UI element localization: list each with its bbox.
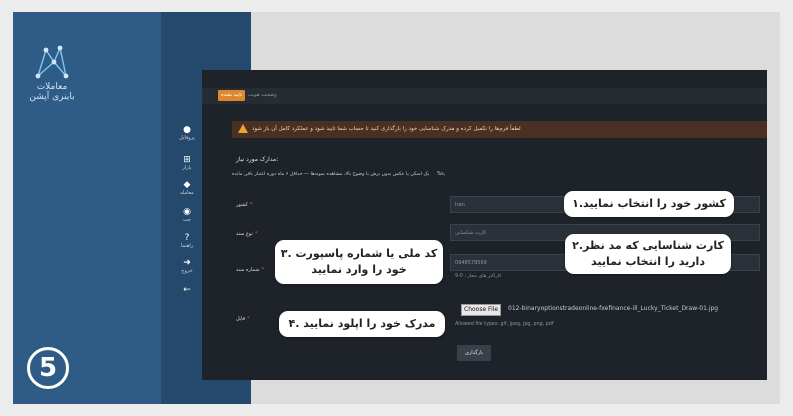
logo: معاملات باینری آپشن <box>21 42 83 102</box>
callout-step-3-line-2: خود را وارد نمایید <box>311 263 407 276</box>
file-label-text: فایل <box>236 316 246 322</box>
note-tag: %s, <box>436 172 446 177</box>
callout-step-2-line-1: ۲.کارت شناسایی که مد نظر <box>572 239 724 252</box>
required-mark: * <box>261 267 265 273</box>
sidebar-item-logout[interactable]: ➜ خروج <box>170 258 204 274</box>
note-text: یک اسکن یا عکس بدون برش با وضوح بالا، مش… <box>232 172 430 177</box>
country-value: Iran <box>455 202 465 208</box>
required-docs-title: مدارک مورد نیاز: <box>236 156 279 163</box>
warning-text: لطفاً فرم‌ها را تکمیل کرده و مدرک شناسای… <box>252 126 521 132</box>
doc-number-value: 0948578569 <box>455 260 487 266</box>
sidebar-item-chat[interactable]: ◉ چت <box>170 207 204 223</box>
callout-step-3-line-1: ۳. کد ملی یا شماره پاسپورت <box>280 247 438 260</box>
doc-number-hint: 9-0 : کاراکتر های مجاز <box>455 274 502 279</box>
callout-step-2-line-2: دارید را انتخاب نمایید <box>591 255 705 268</box>
sidebar-nav: ● پروفایل ⊞ بازار ◆ معامله ◉ چت ? راهنما… <box>160 95 202 325</box>
sidebar-item-help[interactable]: ? راهنما <box>170 233 204 249</box>
logout-icon: ➜ <box>183 258 191 268</box>
top-bar <box>202 88 767 104</box>
sidebar-item-label: چت <box>182 217 191 223</box>
network-logo-icon <box>35 45 69 79</box>
file-name: 012-binaryoptionstradeonline-fxefinance-… <box>508 305 719 312</box>
help-icon: ? <box>184 233 190 243</box>
sidebar-item-label: راهنما <box>180 243 194 249</box>
status-text: وضعیت هویت <box>248 92 277 98</box>
doc-type-value: کارت شناسایی <box>455 230 487 236</box>
choose-file-button[interactable]: Choose File <box>461 304 502 316</box>
sidebar-item-trade[interactable]: ◆ معامله <box>170 180 204 196</box>
file-label: فایل * <box>236 316 250 322</box>
callout-step-2: ۲.کارت شناسایی که مد نظر دارید را انتخاب… <box>565 234 731 274</box>
doc-number-label: شماره سند * <box>236 267 264 273</box>
required-mark: * <box>254 231 258 237</box>
doc-type-label: نوع سند * <box>236 231 257 237</box>
sidebar-item-back[interactable]: ← <box>170 285 204 295</box>
required-docs-note: یک اسکن یا عکس بدون برش با وضوح بالا، مش… <box>232 172 445 177</box>
callout-step-4: ۴. مدرک خود را اپلود نمایید <box>279 311 445 337</box>
verification-warning: لطفاً فرم‌ها را تکمیل کرده و مدرک شناسای… <box>232 121 767 138</box>
cart-icon: ⊞ <box>183 155 191 165</box>
sidebar-item-market[interactable]: ⊞ بازار <box>170 155 204 171</box>
file-types-hint: Allowed file types: gif, jpeg, jpg, png,… <box>455 322 554 327</box>
doc-number-label-text: شماره سند <box>236 267 260 273</box>
sidebar-item-label: بازار <box>182 165 192 171</box>
chat-icon: ◉ <box>183 207 191 217</box>
required-mark: * <box>249 202 253 208</box>
sidebar-item-label: پروفایل <box>179 135 195 141</box>
person-icon: ● <box>183 125 191 135</box>
logo-line-1: معاملات <box>36 82 68 92</box>
sidebar-item-label: معامله <box>180 190 194 196</box>
step-number-badge: 5 <box>27 347 69 389</box>
status-badge: تایید نشده <box>218 90 246 101</box>
callout-step-1: ۱.کشور خود را انتخاب نمایید <box>564 191 734 217</box>
doc-type-label-text: نوع سند <box>236 231 253 237</box>
diamond-icon: ◆ <box>183 180 191 190</box>
country-label: کشور * <box>236 202 252 208</box>
sidebar-item-label: خروج <box>181 268 193 274</box>
logo-line-2: باینری آپشن <box>29 92 75 102</box>
required-mark: * <box>247 316 250 322</box>
country-label-text: کشور <box>236 202 248 208</box>
callout-step-3: ۳. کد ملی یا شماره پاسپورت خود را وارد ن… <box>275 240 443 284</box>
warning-icon <box>238 124 248 133</box>
sidebar-item-profile[interactable]: ● پروفایل <box>170 125 204 141</box>
back-icon: ← <box>183 285 191 295</box>
upload-button[interactable]: بارگذاری <box>457 345 491 361</box>
